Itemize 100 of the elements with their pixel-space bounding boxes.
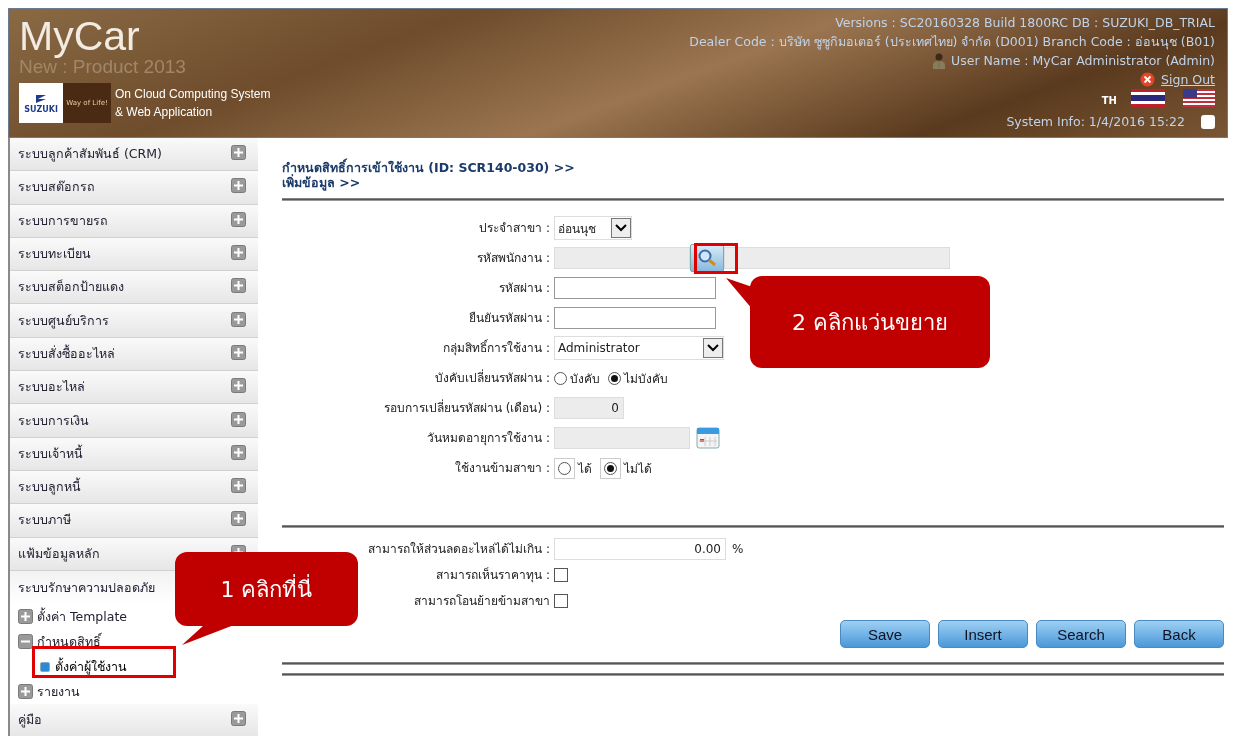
radio-label: บังคับ — [570, 370, 600, 388]
sidebar-item-label: คู่มือ — [18, 711, 42, 730]
field-label: รหัสผ่าน : — [499, 280, 551, 297]
caret-icon — [707, 344, 719, 352]
sidebar-item[interactable]: ระบบภาษี — [10, 504, 258, 538]
sidebar-item[interactable]: ระบบศูนย์บริการ — [10, 304, 258, 338]
unit-label: % — [732, 541, 744, 558]
sidebar-item[interactable]: ระบบลูกหนี้ — [10, 470, 258, 505]
field-label: รอบการเปลี่ยนรหัสผ่าน (เดือน) : — [383, 398, 551, 417]
expand-icon[interactable] — [231, 211, 246, 227]
action-button[interactable]: Search — [1036, 620, 1126, 648]
sidebar-item[interactable]: ระบบเจ้าหนี้ — [10, 437, 258, 471]
tree-item[interactable]: ตั้งค่าผู้ใช้งาน — [55, 656, 127, 677]
sidebar-item-label: ระบบรักษาความปลอดภัย — [18, 578, 155, 597]
field-label: สามารถโอนย้ายข้ามสาขา — [414, 593, 551, 610]
action-button[interactable]: Back — [1134, 620, 1224, 648]
flag-icon[interactable] — [1183, 89, 1215, 107]
expand-icon[interactable] — [231, 245, 246, 261]
radio-button[interactable] — [604, 461, 617, 475]
field-label: ประจำสาขา : — [479, 220, 551, 237]
dropdown[interactable]: Administrator — [554, 336, 724, 360]
sidebar-item-label: ระบบลูกค้าสัมพันธ์ (CRM) — [18, 145, 162, 164]
checkbox[interactable] — [554, 594, 568, 608]
expand-icon[interactable] — [231, 444, 246, 460]
expand-icon[interactable] — [231, 311, 246, 327]
expand-icon[interactable] — [231, 411, 246, 427]
sidebar-item[interactable]: ระบบสต๊อกรถ — [10, 171, 258, 205]
flag-icon[interactable] — [1131, 89, 1165, 107]
expand-icon[interactable] — [231, 344, 246, 360]
highlight-frame — [694, 243, 738, 274]
expand-icon[interactable] — [231, 511, 246, 527]
system-info: System Info: 1/4/2016 15:22 — [1006, 113, 1185, 131]
sidebar-item[interactable]: ระบบการขายรถ — [10, 204, 258, 238]
sidebar-item-label: ระบบสั่งซื้ออะไหล่ — [18, 343, 115, 363]
sidebar-item-label: ระบบการขายรถ — [18, 211, 108, 230]
expand-icon[interactable] — [231, 711, 246, 727]
sidebar-item-label: ระบบภาษี — [18, 511, 71, 530]
radio-label: ไม่บังคับ — [624, 370, 668, 388]
expand-icon[interactable] — [231, 278, 246, 294]
app-title: MyCar — [19, 15, 141, 57]
sidebar-item[interactable]: ระบบลูกค้าสัมพันธ์ (CRM) — [10, 138, 258, 172]
expand-icon[interactable] — [231, 478, 246, 494]
tree-item[interactable]: รายงาน — [37, 681, 80, 702]
input-field[interactable] — [554, 307, 716, 329]
header-info: Dealer Code : บริษัท ซูซูกิมอเตอร์ (ประเทศไทย) จำกัด (D001) Branch Code : อ่อนนุช (B01) — [689, 33, 1215, 51]
action-button[interactable]: Insert — [938, 620, 1028, 648]
sidebar-item-label: ระบบสต๊อกรถ — [18, 178, 95, 197]
sidebar-item[interactable]: ระบบทะเบียน — [10, 237, 258, 272]
input-field: 0 — [554, 397, 624, 419]
radio-button[interactable] — [554, 371, 567, 385]
field-label: บังคับเปลี่ยนรหัสผ่าน : — [435, 368, 551, 387]
field-label: สามารถให้ส่วนลดอะไหล่ได้ไม่เกิน : — [368, 541, 551, 558]
user-icon — [933, 52, 946, 69]
calendar-icon[interactable] — [696, 424, 720, 449]
sidebar-item[interactable]: คู่มือ — [10, 704, 258, 736]
sidebar-item-label: ระบบอะไหล่ — [18, 378, 85, 397]
sidebar-item[interactable]: ระบบสต็อกป้ายแดง — [10, 271, 258, 305]
tree-item[interactable]: ตั้งค่า Template — [37, 606, 127, 627]
sidebar-item[interactable]: ระบบสั่งซื้ออะไหล่ — [10, 337, 258, 372]
radio-button[interactable] — [608, 371, 621, 385]
radio-button[interactable] — [558, 461, 571, 475]
field-label: วันหมดอายุการใช้งาน : — [427, 430, 551, 448]
field-label: รหัสพนักงาน : — [477, 250, 551, 267]
field-label: ยืนยันรหัสผ่าน : — [469, 310, 551, 327]
expand-icon[interactable] — [18, 609, 33, 625]
sidebar-item-label: ระบบการเงิน — [18, 411, 89, 430]
input-field[interactable] — [554, 277, 716, 299]
expand-icon[interactable] — [231, 178, 246, 194]
action-button[interactable]: Save — [840, 620, 930, 648]
tagline: On Cloud Computing System & Web Application — [115, 86, 271, 121]
expand-icon[interactable] — [231, 145, 246, 161]
tree-item[interactable]: กำหนดสิทธิ์ — [37, 631, 101, 652]
magnifier-icon — [697, 249, 717, 267]
user-name: User Name : MyCar Administrator (Admin) — [951, 52, 1215, 70]
sidebar-item-label: ระบบทะเบียน — [18, 245, 91, 264]
field-label: สามารถเห็นราคาทุน : — [436, 566, 551, 585]
sidebar-item-label: แฟ้มข้อมูลหลัก — [18, 544, 100, 564]
sidebar-item-label: ระบบสต็อกป้ายแดง — [18, 278, 124, 297]
language-label: TH — [1101, 94, 1117, 108]
field-label: กลุ่มสิทธิ์การใช้งาน : — [443, 338, 551, 358]
expand-icon[interactable] — [231, 378, 246, 394]
input-field[interactable]: 0.00 — [554, 538, 726, 560]
sidebar-item[interactable]: ระบบอะไหล่ — [10, 371, 258, 405]
sidebar-item[interactable]: ระบบการเงิน — [10, 404, 258, 438]
collapse-icon[interactable] — [18, 634, 33, 650]
callout-tooltip: 1 คลิกที่นี่ — [175, 552, 358, 645]
sign-out-link[interactable]: Sign Out — [1161, 70, 1215, 89]
header-info: Versions : SC20160328 Build 1800RC DB : SUZUKI_DB_TRIAL — [835, 14, 1215, 32]
field-label: ใช้งานข้ามสาขา : — [455, 460, 551, 477]
close-icon — [1140, 72, 1156, 87]
checkbox[interactable] — [554, 568, 568, 582]
sidebar-item-label: ระบบเจ้าหนี้ — [18, 443, 83, 463]
dropdown[interactable]: อ่อนนุช — [554, 216, 632, 240]
radio-label: ได้ — [578, 460, 592, 478]
radio-label: ไม่ได้ — [624, 460, 652, 478]
sidebar-item-label: ระบบศูนย์บริการ — [18, 311, 109, 331]
checkbox[interactable] — [1201, 114, 1215, 129]
caret-icon — [615, 224, 627, 232]
expand-icon[interactable] — [18, 684, 33, 700]
callout-tooltip: 2 คลิกแว่นขยาย — [726, 276, 990, 368]
